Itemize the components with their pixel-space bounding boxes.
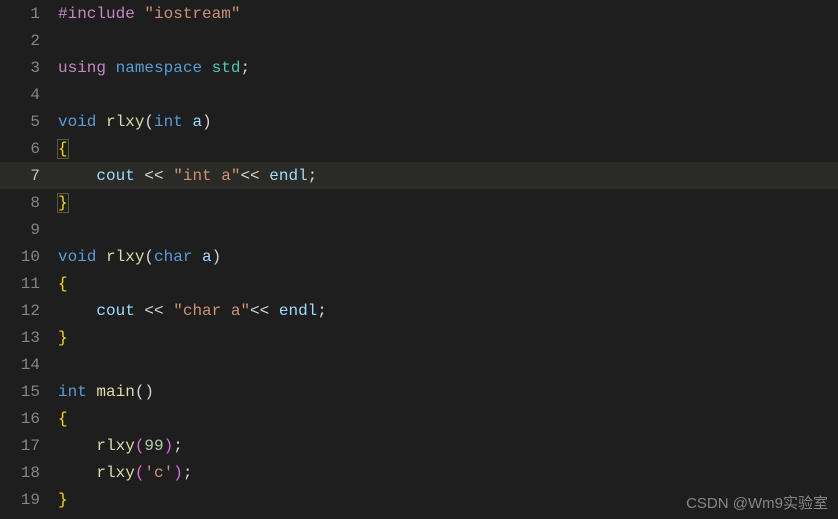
line-number: 1 — [0, 5, 58, 23]
code-content[interactable]: } — [58, 329, 838, 347]
code-line[interactable]: 8} — [0, 189, 838, 216]
code-line[interactable]: 2 — [0, 27, 838, 54]
code-line[interactable]: 9 — [0, 216, 838, 243]
code-line[interactable]: 1#include "iostream" — [0, 0, 838, 27]
line-number: 12 — [0, 302, 58, 320]
code-line[interactable]: 19} — [0, 486, 838, 513]
code-content[interactable]: void rlxy(char a) — [58, 248, 838, 266]
code-line[interactable]: 5void rlxy(int a) — [0, 108, 838, 135]
code-line[interactable]: 7 cout << "int a"<< endl; — [0, 162, 838, 189]
line-number: 11 — [0, 275, 58, 293]
code-content[interactable]: #include "iostream" — [58, 5, 838, 23]
line-number: 8 — [0, 194, 58, 212]
line-number: 19 — [0, 491, 58, 509]
code-content[interactable]: cout << "char a"<< endl; — [58, 302, 838, 320]
code-line[interactable]: 14 — [0, 351, 838, 378]
code-line[interactable]: 16{ — [0, 405, 838, 432]
line-number: 9 — [0, 221, 58, 239]
code-content[interactable]: } — [58, 194, 838, 212]
line-number: 2 — [0, 32, 58, 50]
line-number: 10 — [0, 248, 58, 266]
code-content[interactable]: rlxy(99); — [58, 437, 838, 455]
code-content[interactable]: { — [58, 410, 838, 428]
code-line[interactable]: 17 rlxy(99); — [0, 432, 838, 459]
code-content[interactable]: rlxy('c'); — [58, 464, 838, 482]
line-number: 14 — [0, 356, 58, 374]
code-content[interactable]: { — [58, 275, 838, 293]
code-line[interactable]: 18 rlxy('c'); — [0, 459, 838, 486]
code-content[interactable]: { — [58, 140, 838, 158]
code-line[interactable]: 10void rlxy(char a) — [0, 243, 838, 270]
code-line[interactable]: 11{ — [0, 270, 838, 297]
line-number: 7 — [0, 167, 58, 185]
code-content[interactable]: void rlxy(int a) — [58, 113, 838, 131]
code-line[interactable]: 13} — [0, 324, 838, 351]
line-number: 13 — [0, 329, 58, 347]
line-number: 6 — [0, 140, 58, 158]
code-line[interactable]: 15int main() — [0, 378, 838, 405]
line-number: 16 — [0, 410, 58, 428]
line-number: 5 — [0, 113, 58, 131]
line-number: 18 — [0, 464, 58, 482]
line-number: 15 — [0, 383, 58, 401]
code-content[interactable]: int main() — [58, 383, 838, 401]
code-line[interactable]: 12 cout << "char a"<< endl; — [0, 297, 838, 324]
line-number: 17 — [0, 437, 58, 455]
line-number: 3 — [0, 59, 58, 77]
code-editor[interactable]: 1#include "iostream"23using namespace st… — [0, 0, 838, 513]
code-content[interactable]: using namespace std; — [58, 59, 838, 77]
code-content[interactable]: } — [58, 491, 838, 509]
line-number: 4 — [0, 86, 58, 104]
code-line[interactable]: 4 — [0, 81, 838, 108]
code-line[interactable]: 6{ — [0, 135, 838, 162]
code-line[interactable]: 3using namespace std; — [0, 54, 838, 81]
code-content[interactable]: cout << "int a"<< endl; — [58, 167, 838, 185]
